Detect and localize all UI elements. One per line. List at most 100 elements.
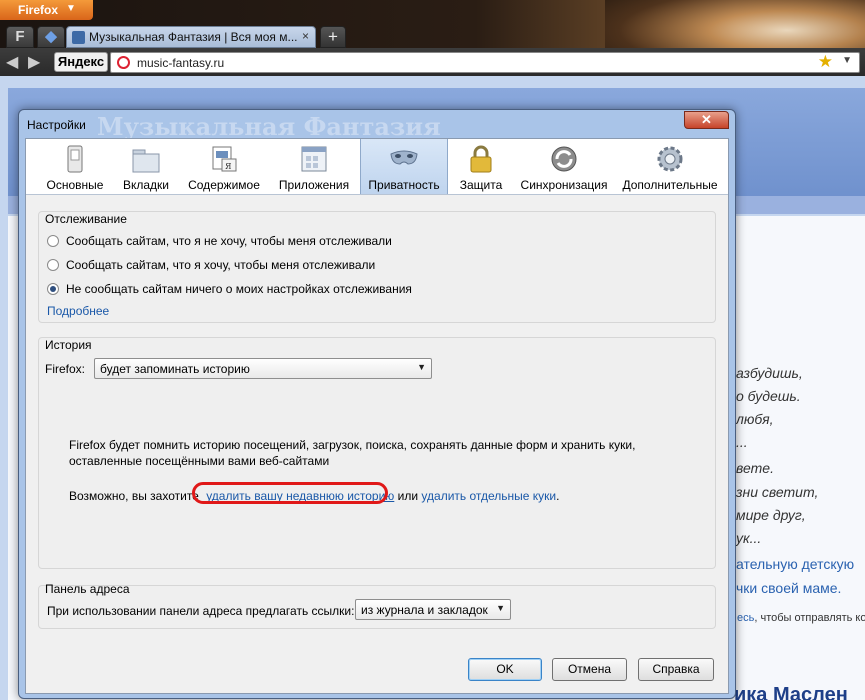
history-group: История Firefox: будет запоминать истори… bbox=[38, 337, 716, 569]
page-footer-rest: , чтобы отправлять ко bbox=[754, 612, 865, 624]
page-footer-link[interactable]: есь bbox=[737, 612, 754, 624]
content-page-icon: Я bbox=[212, 146, 237, 172]
history-mode-value: будет запоминать историю bbox=[100, 362, 250, 376]
annotation-highlight-ring bbox=[192, 482, 388, 504]
tracking-option-no-track[interactable]: Сообщать сайтам, что я не хочу, чтобы ме… bbox=[47, 234, 392, 248]
category-advanced[interactable]: Дополнительные bbox=[618, 139, 722, 194]
page-poem-line: мире друг, bbox=[736, 507, 806, 523]
firefox-menu-button[interactable]: Firefox ▼ bbox=[0, 0, 93, 20]
page-article-title[interactable]: ика Маслен bbox=[734, 684, 848, 700]
cancel-button[interactable]: Отмена bbox=[552, 658, 627, 681]
history-suggest-or: или bbox=[397, 489, 419, 503]
category-label: Защита bbox=[459, 178, 503, 192]
page-poem-line: вете. bbox=[736, 460, 774, 476]
settings-dialog: Музыкальная Фантазия Настройки ✕ Основны… bbox=[18, 109, 736, 699]
tracking-option-label: Не сообщать сайтам ничего о моих настрой… bbox=[66, 282, 412, 296]
radio-button[interactable] bbox=[47, 235, 59, 247]
category-security[interactable]: Защита bbox=[454, 139, 508, 194]
page-poem-line: о будешь. bbox=[736, 388, 801, 404]
dialog-ghost-text: Музыкальная Фантазия bbox=[97, 112, 441, 141]
tracking-group: Отслеживание Сообщать сайтам, что я не х… bbox=[38, 211, 716, 323]
category-label: Основные bbox=[46, 178, 104, 192]
category-label: Синхронизация bbox=[520, 178, 608, 192]
dialog-body: Основные Вкладки Я Содержимое Приложения… bbox=[25, 138, 729, 694]
tab-bar: F ◆ Музыкальная Фантазия | Вся моя м... … bbox=[0, 24, 865, 48]
new-tab-button[interactable]: + bbox=[320, 26, 346, 48]
category-sync[interactable]: Синхронизация bbox=[516, 139, 612, 194]
page-link-line[interactable]: чки своей маме. bbox=[736, 580, 841, 596]
url-bar[interactable]: music-fantasy.ru ★ ▼ bbox=[110, 52, 860, 73]
chevron-down-icon: ▼ bbox=[496, 603, 505, 613]
yandex-search-button[interactable]: Яндекс bbox=[54, 52, 108, 72]
category-label: Содержимое bbox=[188, 178, 260, 192]
chevron-down-icon: ▼ bbox=[66, 3, 76, 14]
security-lock-icon bbox=[470, 145, 492, 173]
tab-close-icon[interactable]: × bbox=[302, 29, 309, 43]
radio-button[interactable] bbox=[47, 259, 59, 271]
category-content[interactable]: Я Содержимое bbox=[182, 139, 266, 194]
history-suggest-prefix: Возможно, вы захотите bbox=[69, 489, 199, 503]
app-tab-f-icon[interactable]: F bbox=[6, 26, 34, 48]
tracking-group-title: Отслеживание bbox=[45, 212, 127, 226]
history-suggest-end: . bbox=[556, 489, 560, 503]
address-bar-group-title: Панель адреса bbox=[45, 582, 130, 596]
tab-active[interactable]: Музыкальная Фантазия | Вся моя м... × bbox=[66, 26, 316, 48]
tracking-more-link[interactable]: Подробнее bbox=[47, 304, 109, 318]
privacy-mask-icon bbox=[390, 150, 418, 165]
page-poem-line: ук... bbox=[736, 530, 762, 546]
category-label: Дополнительные bbox=[622, 178, 718, 192]
category-toolbar: Основные Вкладки Я Содержимое Приложения… bbox=[26, 139, 728, 195]
category-tabs[interactable]: Вкладки bbox=[116, 139, 176, 194]
tracking-option-label: Сообщать сайтам, что я хочу, чтобы меня … bbox=[66, 258, 376, 272]
dialog-titlebar[interactable]: Музыкальная Фантазия Настройки ✕ bbox=[19, 110, 735, 141]
history-description-line: оставленные посещёнными вами веб-сайтами bbox=[69, 454, 330, 468]
navigation-bar: ◀ ▶ Яндекс music-fantasy.ru ★ ▼ bbox=[0, 48, 865, 76]
category-label: Приложения bbox=[278, 178, 350, 192]
forward-arrow-icon[interactable]: ▶ bbox=[28, 52, 40, 72]
tracking-option-track[interactable]: Сообщать сайтам, что я хочу, чтобы меня … bbox=[47, 258, 375, 272]
tab-title: Музыкальная Фантазия | Вся моя м... bbox=[89, 30, 298, 44]
dialog-close-button[interactable]: ✕ bbox=[684, 111, 729, 129]
page-link-line[interactable]: ательную детскую bbox=[736, 556, 854, 572]
general-switch-icon bbox=[67, 145, 83, 173]
dialog-title: Настройки bbox=[27, 118, 86, 132]
category-general[interactable]: Основные bbox=[40, 139, 110, 194]
history-mode-select[interactable]: будет запоминать историю ▼ bbox=[94, 358, 432, 379]
site-identity-icon[interactable] bbox=[117, 56, 130, 69]
svg-text:Я: Я bbox=[225, 162, 232, 171]
address-bar-label: При использовании панели адреса предлага… bbox=[47, 604, 355, 618]
history-group-title: История bbox=[45, 338, 92, 352]
tabs-folder-icon bbox=[132, 149, 160, 173]
page-poem-line: любя, bbox=[736, 411, 774, 427]
ok-button[interactable]: OK bbox=[468, 658, 542, 681]
browser-chrome: Firefox ▼ F ◆ Музыкальная Фантазия | Вся… bbox=[0, 0, 865, 76]
history-firefox-label: Firefox: bbox=[45, 362, 86, 376]
help-button[interactable]: Справка bbox=[638, 658, 714, 681]
bookmark-star-icon[interactable]: ★ bbox=[818, 52, 833, 72]
address-bar-group: Панель адреса При использовании панели а… bbox=[38, 582, 716, 629]
applications-icon bbox=[301, 146, 327, 172]
sync-icon bbox=[551, 146, 577, 172]
advanced-gear-icon bbox=[657, 146, 683, 172]
remove-cookies-link[interactable]: удалить отдельные куки bbox=[421, 489, 556, 503]
page-poem-line: ... bbox=[736, 434, 748, 450]
page-footer-text: есь, чтобы отправлять ко bbox=[737, 612, 865, 624]
tracking-option-no-preference[interactable]: Не сообщать сайтам ничего о моих настрой… bbox=[47, 282, 412, 296]
page-poem-line: зни светит, bbox=[736, 484, 819, 500]
url-dropdown-icon[interactable]: ▼ bbox=[842, 55, 852, 66]
radio-button-selected[interactable] bbox=[47, 283, 59, 295]
category-label: Приватность bbox=[368, 178, 440, 192]
app-tab-drop-icon[interactable]: ◆ bbox=[37, 26, 65, 48]
history-description: Firefox будет помнить историю посещений,… bbox=[69, 438, 635, 468]
site-favicon-icon bbox=[72, 31, 85, 44]
category-privacy[interactable]: Приватность bbox=[360, 139, 448, 194]
url-text: music-fantasy.ru bbox=[137, 56, 225, 70]
category-applications[interactable]: Приложения bbox=[272, 139, 356, 194]
firefox-menu-label: Firefox bbox=[18, 3, 59, 17]
back-arrow-icon[interactable]: ◀ bbox=[6, 52, 18, 72]
address-bar-suggest-value: из журнала и закладок bbox=[361, 603, 488, 617]
history-description-line: Firefox будет помнить историю посещений,… bbox=[69, 438, 636, 452]
tracking-option-label: Сообщать сайтам, что я не хочу, чтобы ме… bbox=[66, 234, 392, 248]
page-poem-line: азбудишь, bbox=[736, 365, 803, 381]
address-bar-suggest-select[interactable]: из журнала и закладок ▼ bbox=[355, 599, 511, 620]
